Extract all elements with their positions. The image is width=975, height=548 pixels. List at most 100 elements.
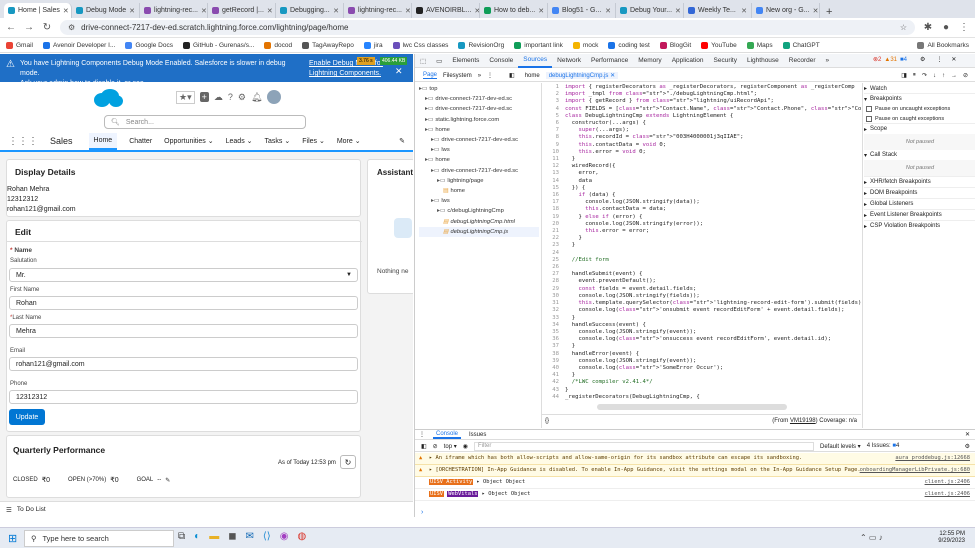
bookmark-item[interactable]: mock	[572, 41, 598, 49]
line-number[interactable]: 11	[543, 156, 559, 163]
devtools-tab-network[interactable]: Network	[552, 54, 586, 68]
help-icon[interactable]: ?	[228, 92, 233, 102]
code-line[interactable]: 36 console.log(class="str">'onsuccess ev…	[543, 336, 861, 343]
code-line[interactable]: 21 this.error = error;	[543, 228, 861, 235]
code-line[interactable]: 28 event.preventDefault();	[543, 278, 861, 285]
close-tab-icon[interactable]: ✕	[201, 7, 207, 15]
line-number[interactable]: 22	[543, 235, 559, 242]
warning-count-icon[interactable]: ▲31	[884, 57, 897, 63]
inspect-icon[interactable]: ⬚	[415, 54, 431, 68]
profile-icon[interactable]: ●	[941, 22, 951, 33]
code-line[interactable]: 11 }	[543, 156, 861, 163]
new-tab-icon[interactable]: +	[820, 6, 838, 18]
sidebar-toggle-icon[interactable]: ◧	[421, 443, 427, 450]
devtools-tab-application[interactable]: Application	[667, 54, 709, 68]
subtab-page[interactable]: Page	[423, 72, 438, 79]
code-line[interactable]: 34 handleSuccess(event) {	[543, 322, 861, 329]
line-number[interactable]: 35	[543, 329, 559, 336]
todo-list-item[interactable]: To Do List	[17, 506, 46, 513]
step-icon[interactable]: →	[951, 73, 957, 79]
url-field[interactable]: ⚙ drive-connect-7217-dev-ed.scratch.ligh…	[60, 20, 915, 35]
clear-console-icon[interactable]: ⊘	[433, 443, 438, 450]
line-number[interactable]: 25	[543, 257, 559, 264]
line-number[interactable]: 29	[543, 286, 559, 293]
console-source-link[interactable]: client.js:2406	[925, 491, 970, 498]
line-number[interactable]: 19	[543, 214, 559, 221]
breakpoint-section[interactable]: ▸ Event Listener Breakpoints	[864, 209, 975, 220]
line-number[interactable]: 2	[543, 91, 559, 98]
devtools-tab-performance[interactable]: Performance	[586, 54, 633, 68]
update-button[interactable]: Update	[9, 409, 45, 425]
toggle-navigator-icon[interactable]: ◧	[509, 72, 515, 79]
browser-tab[interactable]: Home | Sales ✕	[4, 3, 72, 18]
browser-tab[interactable]: How to deb... ✕	[480, 3, 548, 18]
line-number[interactable]: 31	[543, 300, 559, 307]
file-tab-home[interactable]: home	[525, 73, 540, 79]
devtools-settings-icon[interactable]: ⚙	[920, 56, 925, 63]
app-icon[interactable]: ◉	[280, 531, 289, 542]
close-tab-icon[interactable]: ✕	[605, 7, 611, 15]
context-select[interactable]: top ▾	[444, 443, 457, 450]
code-line[interactable]: 20 console.log(JSON.stringify(error));	[543, 221, 861, 228]
code-line[interactable]: 6 constructor(...args) {	[543, 120, 861, 127]
favorites-icon[interactable]: ★▾	[176, 90, 195, 104]
nav-item-home[interactable]: Home	[88, 132, 118, 150]
bookmark-item[interactable]: important link	[514, 41, 563, 49]
console-message[interactable]: ▲ ▸ An iframe which has both allow-script…	[415, 453, 975, 465]
browser-tab[interactable]: Debug Mode ✕	[72, 3, 140, 18]
code-line[interactable]: 43}	[543, 387, 861, 394]
line-number[interactable]: 8	[543, 134, 559, 141]
breakpoint-section[interactable]: ▸ Global Listeners	[864, 198, 975, 209]
close-drawer-icon[interactable]: ✕	[965, 431, 970, 438]
code-line[interactable]: 27 handleSubmit(event) {	[543, 271, 861, 278]
watch-section[interactable]: ▸ Watch	[864, 84, 975, 94]
line-number[interactable]: 14	[543, 178, 559, 185]
code-line[interactable]: 10 this.error = void 0;	[543, 149, 861, 156]
vscode-icon[interactable]: ⟨⟩	[263, 531, 271, 542]
tree-item[interactable]: ▸▭ home	[419, 155, 539, 165]
deactivate-breakpoints-icon[interactable]: ⊘	[963, 72, 968, 79]
tree-item[interactable]: ▸▭ drive-connect-7217-dev-ed.sc	[419, 94, 539, 104]
forward-icon[interactable]: →	[24, 22, 34, 33]
tree-item[interactable]: ▸▭ c/debugLightningCmp	[419, 206, 539, 216]
devtools-tab-security[interactable]: Security	[709, 54, 742, 68]
line-number[interactable]: 44	[543, 394, 559, 401]
file-explorer-icon[interactable]: ▬	[209, 531, 219, 542]
bookmark-item[interactable]: Maps	[746, 41, 773, 49]
code-line[interactable]: 23 }	[543, 242, 861, 249]
all-bookmarks[interactable]: All Bookmarks	[917, 41, 969, 49]
line-number[interactable]: 20	[543, 221, 559, 228]
chrome-icon[interactable]: ◍	[297, 531, 306, 542]
close-tab-icon[interactable]: ✕	[741, 7, 747, 15]
nav-item-files[interactable]: Files ⌄	[302, 137, 325, 145]
breakpoints-section[interactable]: ▾ Breakpoints	[864, 94, 975, 104]
pretty-print-icon[interactable]: {}	[545, 418, 549, 424]
bookmark-item[interactable]: coding test	[608, 41, 650, 49]
close-tab-icon[interactable]: ✕	[63, 7, 69, 15]
refresh-icon[interactable]: ↻	[340, 455, 356, 469]
code-line[interactable]: 24	[543, 250, 861, 257]
console-settings-icon[interactable]: ⚙	[965, 443, 970, 450]
close-tab-icon[interactable]: ✕	[405, 7, 411, 15]
close-tab-icon[interactable]: ✕	[129, 7, 135, 15]
console-filter-input[interactable]: Filter	[473, 441, 814, 451]
line-number[interactable]: 28	[543, 278, 559, 285]
code-line[interactable]: 8 this.recordId = class="str">"003H40000…	[543, 134, 861, 141]
line-number[interactable]: 42	[543, 379, 559, 386]
edit-goal-icon[interactable]: ✎	[165, 477, 170, 484]
line-number[interactable]: 15	[543, 185, 559, 192]
devtools-tab-memory[interactable]: Memory	[633, 54, 666, 68]
browser-tab[interactable]: Blog51 - G... ✕	[548, 3, 616, 18]
code-line[interactable]: 37 }	[543, 343, 861, 350]
tree-item[interactable]: ▸▭ home	[419, 125, 539, 135]
breakpoint-section[interactable]: ▸ CSP Violation Breakpoints	[864, 220, 975, 231]
code-line[interactable]: 12 wiredRecord({	[543, 163, 861, 170]
browser-tab[interactable]: lightning-rec... ✕	[344, 3, 412, 18]
devtools-tab-elements[interactable]: Elements	[447, 54, 484, 68]
line-number[interactable]: 1	[543, 84, 559, 91]
line-number[interactable]: 27	[543, 271, 559, 278]
step-out-icon[interactable]: ↑	[942, 73, 945, 79]
bookmark-item[interactable]: Google Docs	[125, 41, 173, 49]
line-number[interactable]: 10	[543, 149, 559, 156]
tree-item[interactable]: ▸▭ lws	[419, 145, 539, 155]
